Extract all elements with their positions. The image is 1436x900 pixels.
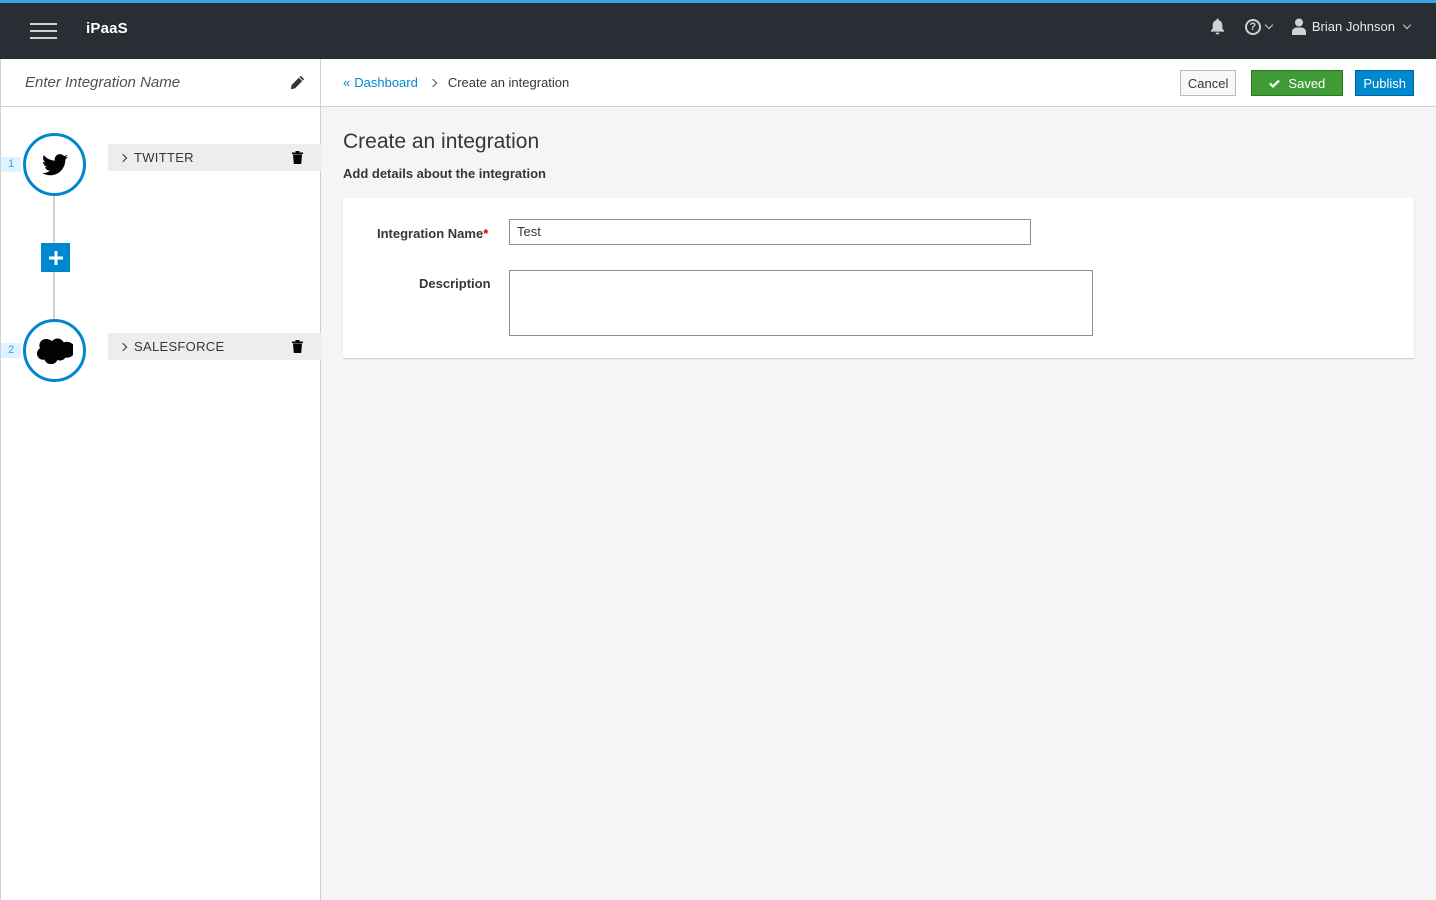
step-number: 2	[1, 343, 21, 358]
integration-name-field[interactable]: Test	[509, 219, 1031, 245]
step-salesforce-header[interactable]: SALESFORCE	[108, 333, 321, 360]
trash-icon[interactable]	[292, 340, 303, 358]
step-twitter-header[interactable]: TWITTER	[108, 144, 321, 171]
hamburger-menu-icon[interactable]	[30, 23, 57, 39]
integration-name-input[interactable]: Enter Integration Name	[25, 74, 180, 91]
add-step-button[interactable]	[41, 243, 70, 272]
breadcrumb-dashboard-link[interactable]: «Dashboard	[343, 75, 418, 90]
description-field[interactable]	[509, 270, 1093, 336]
user-name: Brian Johnson	[1311, 19, 1395, 34]
step-1-node[interactable]	[23, 133, 86, 196]
integration-name-label: Integration Name*	[377, 226, 488, 241]
chevron-right-icon	[428, 78, 438, 87]
breadcrumb-current: Create an integration	[447, 75, 570, 90]
step-label: SALESFORCE	[134, 339, 225, 354]
edit-pencil-icon[interactable]	[290, 75, 305, 95]
trash-icon[interactable]	[292, 151, 303, 169]
check-icon	[1269, 79, 1281, 88]
saved-button[interactable]: Saved	[1251, 70, 1344, 96]
salesforce-icon	[36, 338, 73, 364]
breadcrumb: «Dashboard Create an integration	[343, 75, 569, 90]
description-label: Description	[419, 276, 491, 291]
integration-flow-panel: Enter Integration Name 1 TWITTER 2 SALES…	[0, 59, 321, 900]
double-chevron-left-icon: «	[343, 75, 351, 90]
step-label: TWITTER	[134, 150, 194, 165]
user-icon	[1291, 18, 1306, 35]
breadcrumb-parent-label: Dashboard	[354, 75, 418, 90]
help-menu[interactable]: ?	[1244, 18, 1274, 35]
page-title: Create an integration	[343, 130, 540, 153]
chevron-down-icon	[1402, 20, 1412, 29]
user-menu[interactable]: Brian Johnson	[1291, 18, 1412, 35]
chevron-right-icon	[118, 342, 128, 351]
main-header: «Dashboard Create an integration Cancel …	[321, 59, 1436, 107]
page-subtitle: Add details about the integration	[343, 166, 546, 181]
twitter-icon	[41, 153, 68, 175]
help-icon: ?	[1244, 18, 1261, 35]
step-2-node[interactable]	[23, 319, 86, 382]
saved-label: Saved	[1288, 75, 1326, 91]
cancel-button[interactable]: Cancel	[1179, 70, 1237, 96]
step-number: 1	[1, 157, 21, 172]
integration-name-bar: Enter Integration Name	[1, 59, 320, 107]
plus-icon	[48, 250, 63, 265]
publish-button[interactable]: Publish	[1355, 70, 1414, 96]
chevron-down-icon	[1264, 20, 1274, 29]
notifications-bell-icon[interactable]	[1210, 18, 1225, 35]
app-brand[interactable]: iPaaS	[86, 20, 128, 37]
integration-details-form: Integration Name* Test Description	[343, 198, 1414, 358]
required-marker: *	[483, 226, 489, 241]
chevron-right-icon	[118, 153, 128, 162]
integration-name-label-text: Integration Name	[377, 226, 484, 241]
top-navbar: iPaaS ? Brian Johnson	[0, 0, 1436, 59]
navbar-utility: ? Brian Johnson	[1210, 18, 1412, 35]
action-buttons: Cancel Saved Publish	[1179, 70, 1414, 96]
